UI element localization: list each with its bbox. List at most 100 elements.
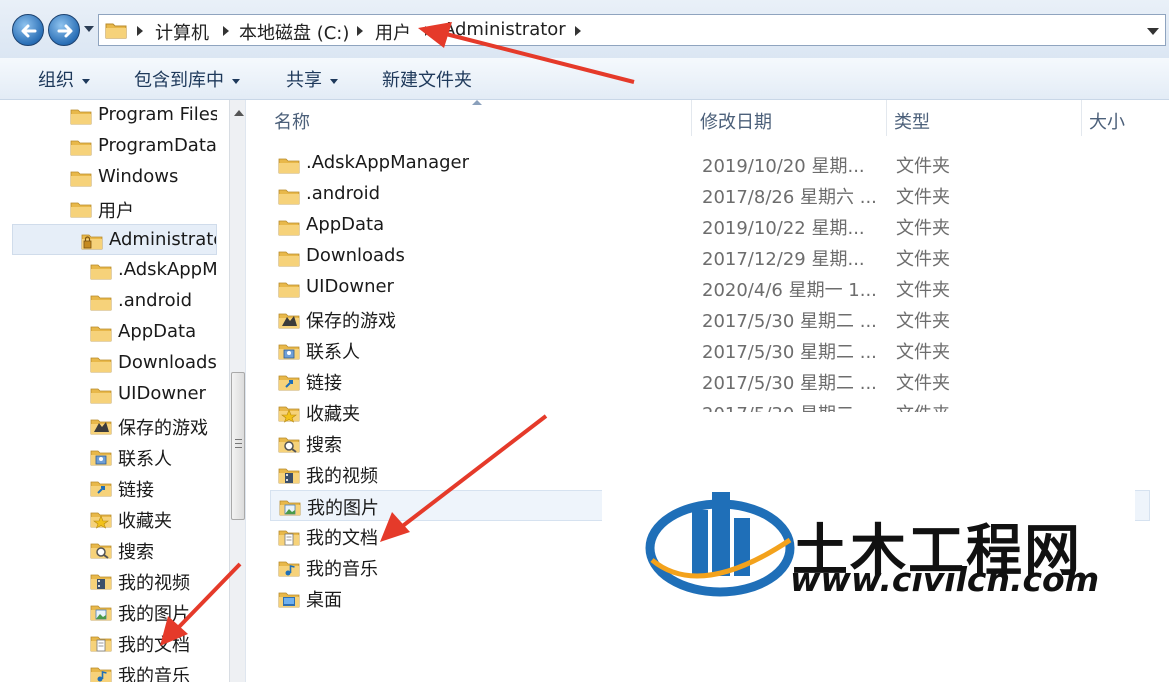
crumb-separator[interactable] bbox=[223, 26, 229, 36]
file-row-icon bbox=[278, 155, 300, 180]
file-row-icon bbox=[278, 341, 300, 366]
nav-item[interactable]: 链接 bbox=[90, 472, 217, 503]
navigation-scrollbar[interactable] bbox=[229, 100, 245, 682]
new-folder-button[interactable]: 新建文件夹 bbox=[382, 66, 472, 92]
crumb-administrator[interactable]: Administrator bbox=[443, 19, 566, 40]
crumb-separator[interactable] bbox=[425, 26, 431, 36]
folder-icon bbox=[70, 202, 92, 218]
crumb-computer[interactable]: 计算机 bbox=[155, 19, 209, 45]
contacts-icon bbox=[278, 344, 300, 360]
file-name: 我的文档 bbox=[306, 528, 378, 549]
nav-item[interactable]: .AdskAppManager bbox=[90, 255, 217, 286]
column-header-type[interactable]: 类型 bbox=[894, 108, 930, 134]
nav-item-label: 搜索 bbox=[118, 542, 154, 563]
nav-item[interactable]: 我的文档 bbox=[90, 627, 217, 658]
nav-item[interactable]: 联系人 bbox=[90, 441, 217, 472]
file-name: .AdskAppManager bbox=[306, 152, 470, 173]
nav-item[interactable]: Administrator bbox=[12, 224, 217, 255]
nav-item[interactable]: .android bbox=[90, 286, 217, 317]
search-icon bbox=[90, 543, 112, 559]
nav-item-icon bbox=[70, 168, 92, 193]
file-name: 搜索 bbox=[306, 435, 342, 456]
share-label: 共享 bbox=[286, 70, 322, 91]
scrollbar-thumb[interactable] bbox=[231, 372, 245, 520]
file-row[interactable]: UIDowner 2020/4/6 星期一 1... 文件夹 bbox=[270, 273, 1150, 304]
nav-item-icon bbox=[70, 106, 92, 131]
include-library-label: 包含到库中 bbox=[134, 70, 224, 91]
file-row[interactable]: 链接 2017/5/30 星期二 ... 文件夹 bbox=[270, 366, 1150, 397]
crumb-separator[interactable] bbox=[137, 26, 143, 36]
share-button[interactable]: 共享 bbox=[286, 66, 338, 92]
nav-item-icon bbox=[90, 261, 112, 286]
scroll-up-arrow-icon[interactable] bbox=[234, 110, 244, 116]
column-divider[interactable] bbox=[691, 100, 692, 136]
file-row[interactable]: .AdskAppManager 2019/10/20 星期... 文件夹 bbox=[270, 149, 1150, 180]
nav-item[interactable]: Program Files bbox=[70, 100, 217, 131]
column-header-name[interactable]: 名称 bbox=[274, 108, 310, 134]
crumb-separator[interactable] bbox=[575, 26, 581, 36]
nav-item[interactable]: 用户 bbox=[70, 193, 217, 224]
nav-item-icon bbox=[90, 354, 112, 379]
nav-item-label: 用户 bbox=[98, 201, 134, 222]
file-date: 2017/5/30 星期二 ... bbox=[702, 342, 877, 363]
file-type: 文件夹 bbox=[896, 187, 950, 208]
nav-item[interactable]: ProgramData bbox=[70, 131, 217, 162]
file-name: 联系人 bbox=[306, 342, 360, 363]
nav-item[interactable]: 保存的游戏 bbox=[90, 410, 217, 441]
grip-line bbox=[235, 447, 242, 448]
desktop-icon bbox=[278, 592, 300, 608]
sort-indicator-icon bbox=[472, 100, 482, 105]
chevron-down-icon bbox=[82, 78, 90, 84]
file-name: 收藏夹 bbox=[306, 404, 360, 425]
file-row[interactable]: 联系人 2017/5/30 星期二 ... 文件夹 bbox=[270, 335, 1150, 366]
file-row[interactable]: Downloads 2017/12/29 星期... 文件夹 bbox=[270, 242, 1150, 273]
nav-item-label: Downloads bbox=[118, 352, 217, 373]
file-type: 文件夹 bbox=[896, 249, 950, 270]
organize-button[interactable]: 组织 bbox=[38, 66, 90, 92]
nav-item-label: 我的视频 bbox=[118, 573, 190, 594]
nav-item[interactable]: AppData bbox=[90, 317, 217, 348]
nav-item[interactable]: 收藏夹 bbox=[90, 503, 217, 534]
file-type: 文件夹 bbox=[896, 156, 950, 177]
nav-item[interactable]: 我的视频 bbox=[90, 565, 217, 596]
nav-item[interactable]: UIDowner bbox=[90, 379, 217, 410]
videos-icon bbox=[278, 468, 300, 484]
address-bar[interactable]: 计算机 本地磁盘 (C:) 用户 Administrator bbox=[98, 14, 1166, 46]
crumb-local-disk[interactable]: 本地磁盘 (C:) bbox=[239, 19, 349, 45]
column-divider[interactable] bbox=[886, 100, 887, 136]
crumb-users[interactable]: 用户 bbox=[375, 19, 411, 45]
nav-item-label: 我的图片 bbox=[118, 604, 190, 625]
videos-icon bbox=[90, 574, 112, 590]
nav-item[interactable]: 我的音乐 bbox=[90, 658, 217, 682]
nav-item-icon bbox=[90, 509, 112, 534]
column-header-date[interactable]: 修改日期 bbox=[700, 108, 772, 134]
search-icon bbox=[278, 437, 300, 453]
crumb-separator[interactable] bbox=[357, 26, 363, 36]
nav-item-icon bbox=[90, 292, 112, 317]
folder-icon bbox=[90, 357, 112, 373]
nav-item-label: .AdskAppManager bbox=[118, 259, 217, 280]
nav-item[interactable]: Windows bbox=[70, 162, 217, 193]
recent-pages-dropdown[interactable] bbox=[84, 26, 94, 32]
nav-item-icon bbox=[90, 540, 112, 565]
forward-button[interactable] bbox=[48, 14, 80, 46]
file-date: 2017/5/30 星期二 ... bbox=[702, 373, 877, 394]
organize-label: 组织 bbox=[38, 70, 74, 91]
nav-item-icon bbox=[90, 416, 112, 441]
nav-item[interactable]: Downloads bbox=[90, 348, 217, 379]
nav-item[interactable]: 我的图片 bbox=[90, 596, 217, 627]
address-row: 计算机 本地磁盘 (C:) 用户 Administrator bbox=[0, 0, 1169, 58]
column-header-size[interactable]: 大小 bbox=[1089, 108, 1125, 134]
file-row[interactable]: AppData 2019/10/22 星期... 文件夹 bbox=[270, 211, 1150, 242]
user-folder-icon bbox=[81, 234, 103, 250]
back-button[interactable] bbox=[12, 14, 44, 46]
column-divider[interactable] bbox=[1081, 100, 1082, 136]
navigation-pane[interactable]: Program Files ProgramData Windows 用户 Adminis… bbox=[10, 100, 246, 682]
nav-item-label: Program Files bbox=[98, 104, 217, 125]
file-row[interactable]: .android 2017/8/26 星期六 ... 文件夹 bbox=[270, 180, 1150, 211]
nav-item[interactable]: 搜索 bbox=[90, 534, 217, 565]
file-type: 文件夹 bbox=[896, 373, 950, 394]
file-row[interactable]: 保存的游戏 2017/5/30 星期二 ... 文件夹 bbox=[270, 304, 1150, 335]
address-history-dropdown[interactable] bbox=[1147, 28, 1159, 35]
include-library-button[interactable]: 包含到库中 bbox=[134, 66, 240, 92]
